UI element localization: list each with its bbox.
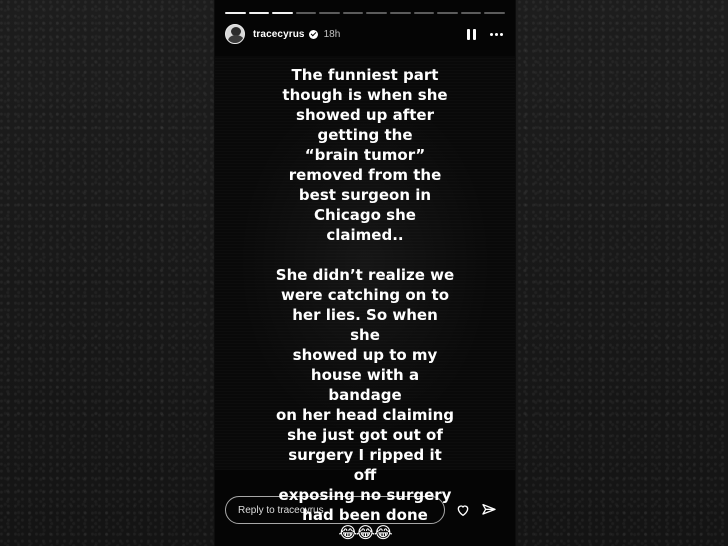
reply-bar (225, 495, 503, 525)
avatar[interactable] (225, 24, 245, 44)
timestamp: 18h (323, 28, 341, 40)
story-viewer: tracecyrus 18h The funniest part though … (214, 0, 516, 546)
progress-segment (342, 12, 364, 14)
progress-segment (248, 12, 270, 14)
emoji-reaction: 😂😂😂 (338, 523, 392, 542)
caption-paragraph-1: The funniest part though is when she sho… (282, 66, 448, 244)
more-dot (500, 32, 503, 36)
more-dot (495, 32, 498, 36)
progress-segment (460, 12, 482, 14)
heart-icon[interactable] (455, 502, 471, 518)
caption-paragraph-2: She didn’t realize we were catching on t… (275, 266, 455, 524)
progress-segment (225, 12, 246, 14)
story-header: tracecyrus 18h (225, 23, 503, 45)
pause-icon[interactable] (467, 28, 476, 40)
story-content: The funniest part though is when she sho… (215, 56, 515, 541)
progress-segment (437, 12, 458, 14)
more-dot (490, 32, 493, 36)
reply-input[interactable] (225, 496, 445, 524)
caption-block: The funniest part though is when she sho… (275, 65, 455, 541)
progress-segment (272, 12, 293, 14)
send-icon[interactable] (481, 502, 497, 518)
story-progress-bars (225, 12, 505, 14)
progress-segment (366, 12, 388, 14)
progress-segment (413, 12, 435, 14)
progress-segment (319, 12, 340, 14)
progress-segment (390, 12, 411, 14)
progress-segment (484, 12, 505, 14)
username[interactable]: tracecyrus (253, 29, 305, 40)
verified-icon (308, 29, 318, 39)
progress-segment (295, 12, 317, 14)
more-icon[interactable] (490, 32, 503, 36)
